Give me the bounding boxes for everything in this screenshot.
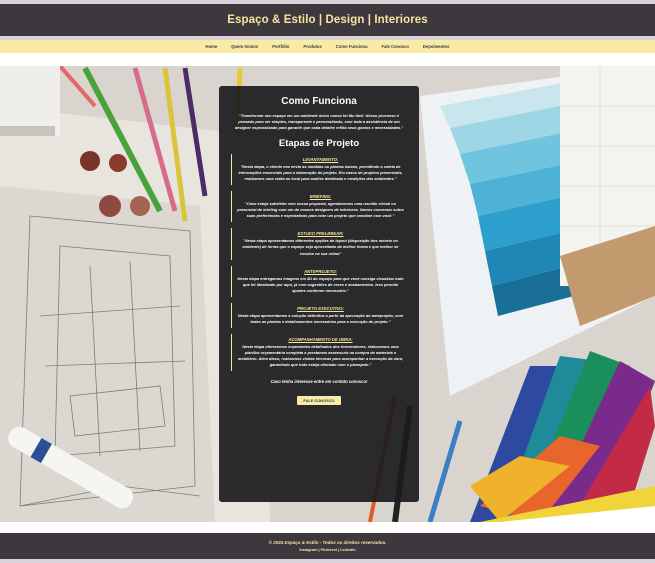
step-text: Nesta etapa oferecemos orçamentos detalh… bbox=[237, 343, 404, 367]
footer-social-links[interactable]: Instagram | Pinterest | LinkedIn bbox=[299, 548, 355, 552]
como-funciona-panel: Como Funciona "Transformar seu espaço em… bbox=[219, 86, 419, 502]
step-briefing: BRIEFING: "Caso esteja satisfeito com no… bbox=[231, 191, 407, 223]
step-title: ANTEPROJETO: bbox=[304, 268, 337, 274]
footer-copyright: © 2024 Espaço & Estilo - Todos os direit… bbox=[268, 540, 387, 545]
nav-portfolio[interactable]: Portfólio bbox=[272, 44, 289, 49]
site-footer: © 2024 Espaço & Estilo - Todos os direit… bbox=[0, 533, 655, 559]
step-title: PROJETO EXECUTIVO: bbox=[297, 305, 344, 311]
steps-title: Etapas de Projeto bbox=[278, 138, 360, 150]
bottom-strip bbox=[0, 559, 655, 563]
site-title: Espaço & Estilo | Design | Interiores bbox=[227, 14, 428, 26]
nav-fale-conosco[interactable]: Fale Conosco bbox=[381, 44, 408, 49]
step-anteprojeto: ANTEPROJETO: Nesta etapa entregamos imag… bbox=[231, 265, 407, 297]
step-title: ESTUDO PRELIMINAR: bbox=[297, 231, 344, 237]
step-text: "Nesta etapa, o cliente nos envia as med… bbox=[238, 164, 403, 182]
step-acompanhamento-obra: ACOMPANHAMENTO DE OBRA: Nesta etapa ofer… bbox=[231, 333, 407, 371]
step-text: "Caso esteja satisfeito com nossa propos… bbox=[237, 201, 404, 219]
step-estudo-preliminar: ESTUDO PRELIMINAR: "Nesta etapa apresent… bbox=[231, 228, 407, 260]
cta-text: Caso tenha interesse entre em contato co… bbox=[270, 378, 368, 384]
panel-title: Como Funciona bbox=[281, 96, 357, 107]
step-text: Nesta etapa apresentamos a solução defin… bbox=[237, 312, 404, 324]
step-levantamento: LEVANTAMENTO: "Nesta etapa, o cliente no… bbox=[231, 154, 407, 186]
site-header: Espaço & Estilo | Design | Interiores bbox=[0, 4, 655, 36]
nav-home[interactable]: Home bbox=[206, 44, 218, 49]
step-projeto-executivo: PROJETO EXECUTIVO: Nesta etapa apresenta… bbox=[231, 302, 407, 328]
footer-spacer bbox=[0, 522, 655, 533]
nav-spacer bbox=[0, 53, 655, 66]
nav-como-funciona[interactable]: Como Funciona bbox=[336, 44, 368, 49]
main-nav: Home Quem Somos Portfólio Produtos Como … bbox=[0, 40, 655, 53]
step-text: "Nesta etapa apresentamos diferentes opç… bbox=[242, 238, 399, 256]
step-title: BRIEFING: bbox=[309, 194, 332, 200]
nav-depoimentos[interactable]: Depoimentos bbox=[423, 44, 450, 49]
step-title: LEVANTAMENTO: bbox=[302, 157, 339, 163]
nav-produtos[interactable]: Produtos bbox=[303, 44, 321, 49]
step-text: Nesta etapa entregamos imagens em 3D do … bbox=[237, 275, 404, 293]
panel-intro: "Transformar seu espaço em um ambiente ú… bbox=[234, 113, 404, 131]
step-title: ACOMPANHAMENTO DE OBRA: bbox=[288, 336, 353, 342]
fale-conosco-button[interactable]: FALE CONOSCO bbox=[297, 395, 341, 405]
nav-quem-somos[interactable]: Quem Somos bbox=[231, 44, 258, 49]
